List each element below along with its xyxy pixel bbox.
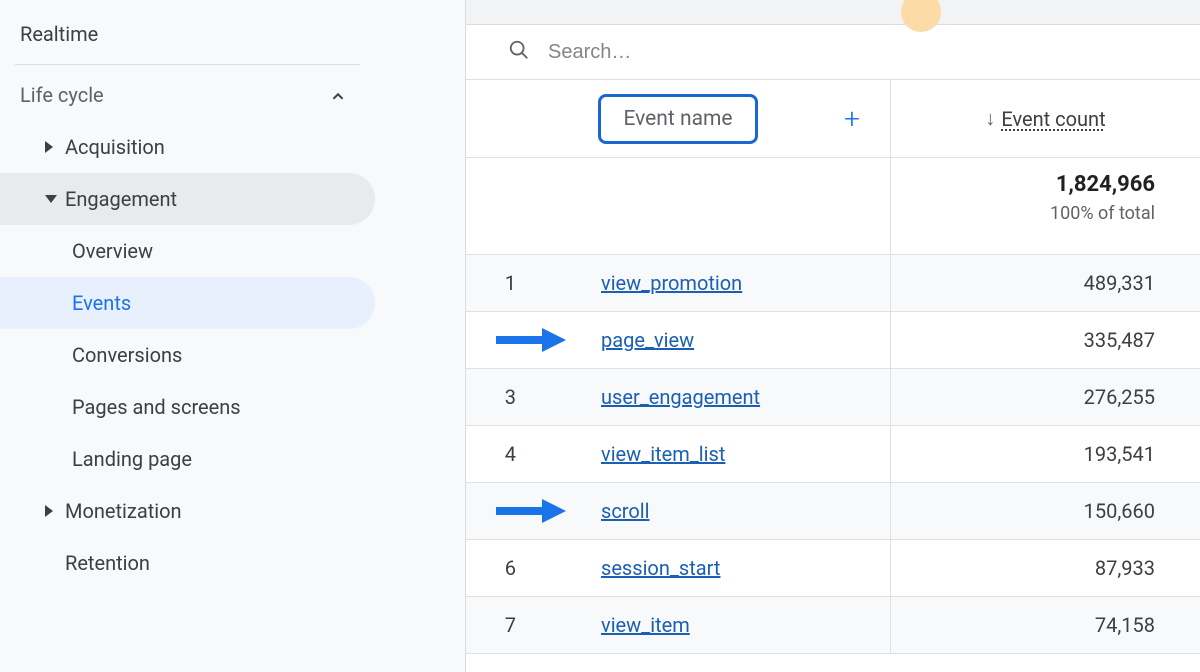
row-name-cell: 6session_start	[466, 540, 891, 596]
table-row: 1view_promotion489,331	[466, 255, 1200, 312]
sidebar-item-realtime[interactable]: Realtime	[0, 8, 375, 60]
caret-right-icon	[45, 505, 57, 517]
sidebar-label: Overview	[72, 239, 153, 263]
caret-down-icon	[45, 195, 57, 203]
sidebar-item-overview[interactable]: Overview	[0, 225, 375, 277]
sidebar-section-lifecycle[interactable]: Life cycle	[0, 69, 375, 121]
sidebar-item-engagement[interactable]: Engagement	[0, 173, 375, 225]
total-percentage: 100% of total	[891, 203, 1155, 224]
row-count: 276,255	[891, 385, 1200, 409]
annotation-arrow-icon	[494, 499, 566, 523]
table-row: scroll 150,660	[466, 483, 1200, 540]
table-row: 3user_engagement276,255	[466, 369, 1200, 426]
row-name-cell: 3user_engagement	[466, 369, 891, 425]
sidebar-label: Pages and screens	[72, 395, 241, 419]
table-row: 4view_item_list193,541	[466, 426, 1200, 483]
caret-right-icon	[45, 141, 57, 153]
header-label: Event count	[1001, 107, 1105, 131]
row-count: 87,933	[891, 556, 1200, 580]
add-dimension-button[interactable]: +	[844, 102, 860, 135]
header-label: Event name	[623, 107, 732, 131]
sidebar-label: Realtime	[20, 22, 98, 46]
event-link[interactable]: view_promotion	[556, 271, 742, 295]
sidebar-item-conversions[interactable]: Conversions	[0, 329, 375, 381]
table-row: 6session_start87,933	[466, 540, 1200, 597]
main-panel: Event name + ↓ Event count 1,824,966 100…	[465, 0, 1200, 672]
sidebar-label: Acquisition	[65, 135, 165, 159]
divider	[15, 64, 360, 65]
sidebar-item-events[interactable]: Events	[0, 277, 375, 329]
search-icon	[508, 39, 530, 65]
row-count: 74,158	[891, 613, 1200, 637]
top-bar	[466, 0, 1200, 25]
row-name-cell: 1view_promotion	[466, 255, 891, 311]
table-header: Event name + ↓ Event count	[466, 80, 1200, 158]
table-row: 7view_item74,158	[466, 597, 1200, 654]
event-link[interactable]: scroll	[556, 499, 650, 523]
row-count: 335,487	[891, 328, 1200, 352]
row-count: 150,660	[891, 499, 1200, 523]
table-row: page_view 335,487	[466, 312, 1200, 369]
totals-row: 1,824,966 100% of total	[466, 158, 1200, 255]
row-number: 6	[466, 556, 556, 580]
sidebar-item-landing-page[interactable]: Landing page	[0, 433, 375, 485]
sidebar-label: Conversions	[72, 343, 182, 367]
search-row	[466, 25, 1200, 80]
sidebar-label: Monetization	[65, 499, 182, 523]
sidebar-label: Engagement	[65, 187, 177, 211]
column-header-name[interactable]: Event name +	[466, 80, 891, 157]
sidebar: Realtime Life cycle Acquisition Engageme…	[0, 0, 465, 672]
sidebar-label: Events	[72, 291, 131, 315]
row-number: 1	[466, 271, 556, 295]
event-link[interactable]: view_item	[556, 613, 690, 637]
row-number: 3	[466, 385, 556, 409]
event-link[interactable]: session_start	[556, 556, 720, 580]
sidebar-label: Life cycle	[20, 83, 104, 107]
sort-desc-icon: ↓	[985, 106, 995, 131]
sidebar-item-acquisition[interactable]: Acquisition	[0, 121, 375, 173]
annotation-arrow-icon	[494, 328, 566, 352]
sidebar-label: Retention	[65, 551, 150, 575]
sidebar-item-pages-screens[interactable]: Pages and screens	[0, 381, 375, 433]
sidebar-item-retention[interactable]: Retention	[0, 537, 375, 589]
row-name-cell: 4view_item_list	[466, 426, 891, 482]
event-link[interactable]: page_view	[556, 328, 694, 352]
chevron-up-icon	[327, 86, 345, 104]
row-number: 4	[466, 442, 556, 466]
column-header-count[interactable]: ↓ Event count	[891, 106, 1200, 131]
event-link[interactable]: user_engagement	[556, 385, 760, 409]
row-number: 7	[466, 613, 556, 637]
table-body: 1view_promotion489,331page_view335,4873u…	[466, 255, 1200, 654]
row-name-cell: page_view	[466, 312, 891, 368]
search-input[interactable]	[548, 41, 848, 64]
sidebar-item-monetization[interactable]: Monetization	[0, 485, 375, 537]
row-count: 193,541	[891, 442, 1200, 466]
row-count: 489,331	[891, 271, 1200, 295]
event-link[interactable]: view_item_list	[556, 442, 725, 466]
total-value: 1,824,966	[891, 172, 1155, 197]
sidebar-label: Landing page	[72, 447, 192, 471]
row-name-cell: scroll	[466, 483, 891, 539]
event-name-highlight: Event name	[598, 94, 757, 144]
row-name-cell: 7view_item	[466, 597, 891, 653]
